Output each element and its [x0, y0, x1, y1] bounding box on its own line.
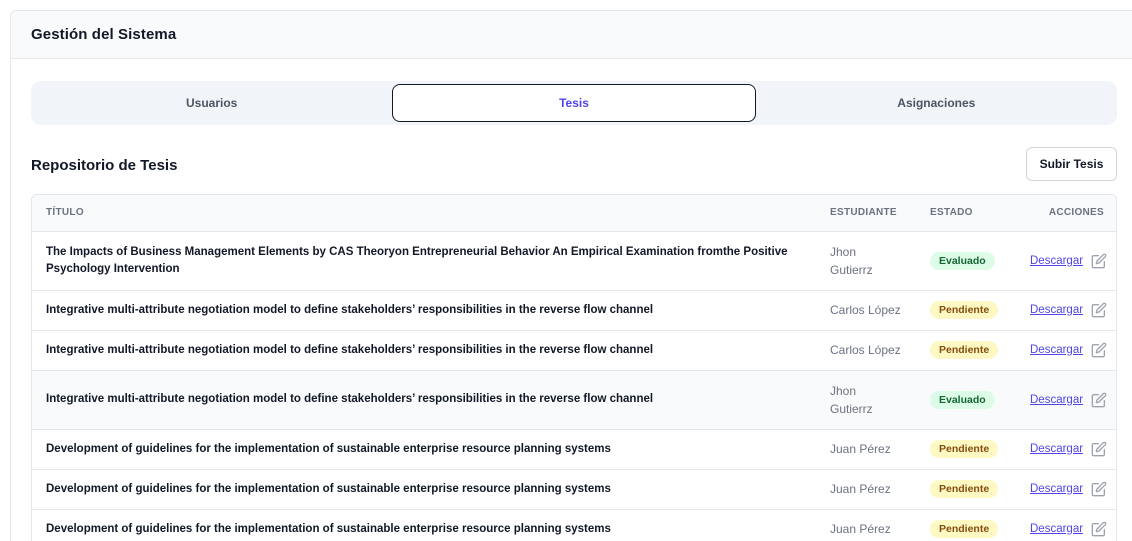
- table-row: Integrative multi-attribute negotiation …: [32, 370, 1116, 430]
- thesis-title-cell: Development of guidelines for the implem…: [32, 469, 816, 510]
- actions-cell: Descargar: [1016, 330, 1116, 371]
- table-row: Development of guidelines for the implem…: [32, 429, 1116, 470]
- page-title: Gestión del Sistema: [31, 26, 177, 43]
- download-link[interactable]: Descargar: [1030, 443, 1083, 455]
- download-link[interactable]: Descargar: [1030, 304, 1083, 316]
- tab-bar: Usuarios Tesis Asignaciones: [31, 81, 1117, 125]
- tab-tesis[interactable]: Tesis: [392, 84, 756, 122]
- column-header-student: ESTUDIANTE: [816, 195, 916, 232]
- thesis-title-cell: Integrative multi-attribute negotiation …: [32, 370, 816, 430]
- edit-icon[interactable]: [1091, 441, 1107, 457]
- upload-thesis-button[interactable]: Subir Tesis: [1026, 147, 1117, 181]
- status-cell: Pendiente: [916, 509, 1016, 541]
- tab-usuarios[interactable]: Usuarios: [31, 85, 392, 121]
- table-row: Integrative multi-attribute negotiation …: [32, 290, 1116, 331]
- download-link[interactable]: Descargar: [1030, 394, 1083, 406]
- actions-cell: Descargar: [1016, 370, 1116, 430]
- edit-icon[interactable]: [1091, 481, 1107, 497]
- status-cell: Pendiente: [916, 290, 1016, 331]
- download-link[interactable]: Descargar: [1030, 483, 1083, 495]
- download-link[interactable]: Descargar: [1030, 523, 1083, 535]
- thesis-title-cell: The Impacts of Business Management Eleme…: [32, 231, 816, 291]
- table-row: The Impacts of Business Management Eleme…: [32, 231, 1116, 291]
- table-header-row: TÍTULO ESTUDIANTE ESTADO ACCIONES: [32, 195, 1116, 232]
- actions-cell: Descargar: [1016, 290, 1116, 331]
- status-badge: Evaluado: [930, 390, 995, 409]
- column-header-title: TÍTULO: [32, 195, 816, 232]
- thesis-title-cell: Integrative multi-attribute negotiation …: [32, 290, 816, 331]
- status-cell: Pendiente: [916, 429, 1016, 470]
- actions-cell: Descargar: [1016, 509, 1116, 541]
- system-management-card: Gestión del Sistema Usuarios Tesis Asign…: [10, 10, 1132, 541]
- edit-icon[interactable]: [1091, 302, 1107, 318]
- download-link[interactable]: Descargar: [1030, 255, 1083, 267]
- status-badge: Pendiente: [930, 341, 999, 359]
- student-cell: Jhon Gutierrz: [816, 231, 916, 291]
- thesis-title-cell: Development of guidelines for the implem…: [32, 429, 816, 470]
- status-cell: Evaluado: [916, 231, 1016, 291]
- student-cell: Carlos López: [816, 330, 916, 371]
- card-header: Gestión del Sistema: [11, 11, 1132, 59]
- student-cell: Jhon Gutierrz: [816, 370, 916, 430]
- thesis-title-cell: Development of guidelines for the implem…: [32, 509, 816, 541]
- download-link[interactable]: Descargar: [1030, 344, 1083, 356]
- student-cell: Carlos López: [816, 290, 916, 331]
- thesis-title-cell: Integrative multi-attribute negotiation …: [32, 330, 816, 371]
- thesis-table: TÍTULO ESTUDIANTE ESTADO ACCIONES The Im…: [32, 195, 1116, 541]
- tab-asignaciones[interactable]: Asignaciones: [756, 85, 1117, 121]
- student-cell: Juan Pérez: [816, 509, 916, 541]
- actions-cell: Descargar: [1016, 429, 1116, 470]
- thesis-table-container: TÍTULO ESTUDIANTE ESTADO ACCIONES The Im…: [31, 194, 1117, 541]
- status-badge: Pendiente: [930, 301, 999, 319]
- actions-cell: Descargar: [1016, 469, 1116, 510]
- status-badge: Pendiente: [930, 440, 999, 458]
- table-row: Integrative multi-attribute negotiation …: [32, 330, 1116, 371]
- status-cell: Pendiente: [916, 469, 1016, 510]
- edit-icon[interactable]: [1091, 253, 1107, 269]
- student-cell: Juan Pérez: [816, 469, 916, 510]
- column-header-status: ESTADO: [916, 195, 1016, 232]
- table-row: Development of guidelines for the implem…: [32, 469, 1116, 510]
- table-row: Development of guidelines for the implem…: [32, 509, 1116, 541]
- edit-icon[interactable]: [1091, 521, 1107, 537]
- actions-cell: Descargar: [1016, 231, 1116, 291]
- status-badge: Pendiente: [930, 480, 999, 498]
- repository-title: Repositorio de Tesis: [31, 157, 178, 174]
- column-header-actions: ACCIONES: [1016, 195, 1116, 232]
- student-cell: Juan Pérez: [816, 429, 916, 470]
- edit-icon[interactable]: [1091, 342, 1107, 358]
- status-cell: Evaluado: [916, 370, 1016, 430]
- status-cell: Pendiente: [916, 330, 1016, 371]
- status-badge: Evaluado: [930, 251, 995, 270]
- status-badge: Pendiente: [930, 520, 999, 538]
- edit-icon[interactable]: [1091, 392, 1107, 408]
